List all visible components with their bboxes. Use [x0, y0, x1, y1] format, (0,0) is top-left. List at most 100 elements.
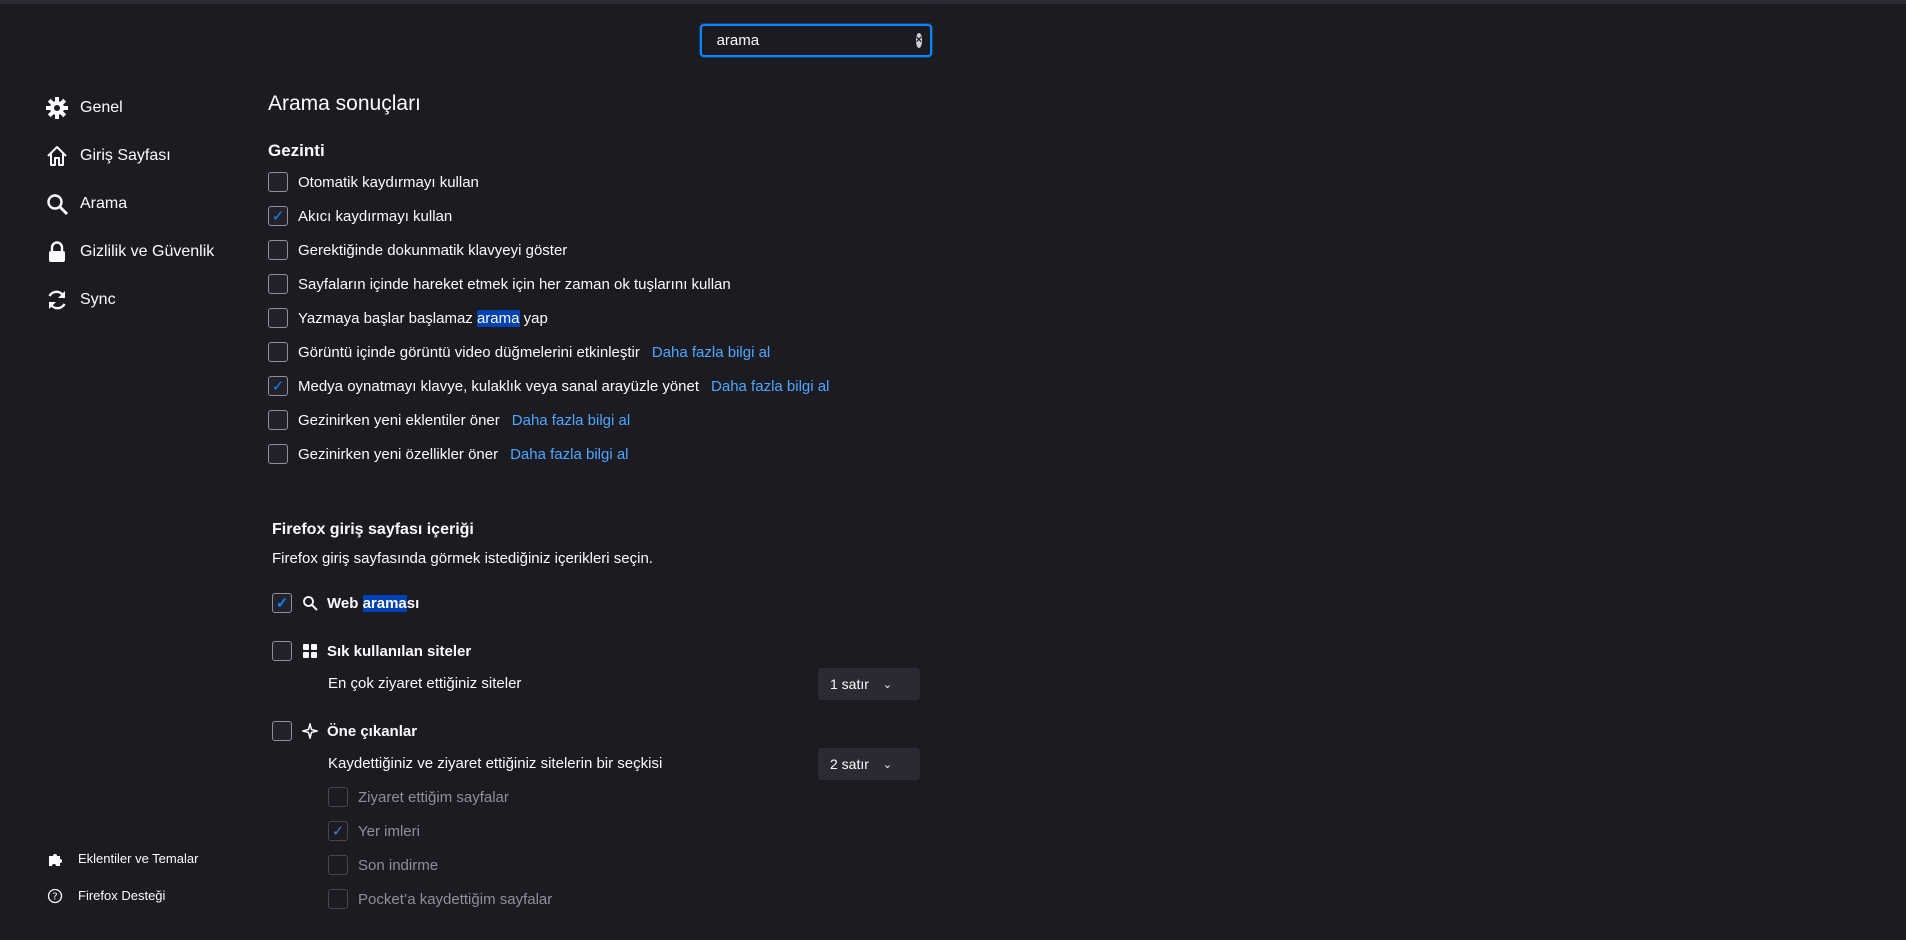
search-input[interactable] [716, 32, 916, 49]
option-caret-browsing[interactable]: Sayfaların içinde hareket etmek için her… [268, 273, 731, 295]
pocket-pages-checkbox[interactable] [328, 889, 348, 909]
option-label: Gerektiğinde dokunmatik klavyeyi göster [298, 241, 568, 259]
option-media-control[interactable]: Medya oynatmayı klavye, kulaklık veya sa… [268, 375, 829, 397]
puzzle-icon [46, 850, 64, 868]
addons-themes-link[interactable]: Eklentiler ve Temalar [46, 840, 198, 877]
option-label: Sık kullanılan siteler [327, 642, 472, 660]
option-label: Medya oynatmayı klavye, kulaklık veya sa… [298, 377, 700, 395]
option-recommend-extensions[interactable]: Gezinirken yeni eklentiler öner Daha faz… [268, 409, 630, 431]
option-label-before: Yazmaya başlar başlamaz [298, 309, 477, 327]
top-sites-rows-select[interactable]: 1 satır ⌄ [818, 668, 920, 700]
highlights-rows-select[interactable]: 2 satır ⌄ [818, 748, 920, 780]
option-label: Gezinirken yeni özellikler öner [298, 445, 499, 463]
option-label: Otomatik kaydırmayı kullan [298, 173, 479, 191]
option-label: Son indirme [358, 856, 439, 874]
sidebar-item-privacy[interactable]: Gizlilik ve Güvenlik [44, 228, 214, 276]
option-label-after: sı [406, 594, 420, 612]
browsing-section-title: Gezinti [268, 141, 325, 160]
search-icon [303, 596, 318, 611]
sidebar-item-general[interactable]: Genel [44, 84, 214, 132]
bookmarks-checkbox[interactable] [328, 821, 348, 841]
search-icon [44, 191, 70, 217]
web-search-checkbox[interactable] [272, 593, 292, 613]
option-pocket-pages[interactable]: Pocket’a kaydettiğim sayfalar [328, 888, 552, 910]
option-touch-keyboard[interactable]: Gerektiğinde dokunmatik klavyeyi göster [268, 239, 567, 261]
option-smooth-scroll[interactable]: Akıcı kaydırmayı kullan [268, 205, 452, 227]
option-label: Pocket’a kaydettiğim sayfalar [358, 890, 553, 908]
option-label-before: Web [327, 594, 363, 612]
learn-more-link[interactable]: Daha fazla bilgi al [652, 344, 770, 361]
option-label: Ziyaret ettiğim sayfalar [358, 788, 509, 806]
option-recommend-features[interactable]: Gezinirken yeni özellikler öner Daha faz… [268, 443, 629, 465]
sidebar-item-search[interactable]: Arama [44, 180, 214, 228]
sidebar-item-label: Gizlilik ve Güvenlik [80, 243, 215, 260]
chevron-down-icon: ⌄ [882, 678, 893, 691]
search-match-highlight: arama [362, 594, 407, 612]
touch-keyboard-checkbox[interactable] [268, 240, 288, 260]
option-search-on-type[interactable]: Yazmaya başlar başlamaz arama yap [268, 307, 548, 329]
chevron-down-icon: ⌄ [882, 758, 893, 771]
svg-text:?: ? [52, 891, 57, 902]
option-pip-controls[interactable]: Görüntü içinde görüntü video düğmelerini… [268, 341, 770, 363]
learn-more-link[interactable]: Daha fazla bilgi al [512, 412, 630, 429]
smooth-scroll-checkbox[interactable] [268, 206, 288, 226]
firefox-support-link[interactable]: ? Firefox Desteği [46, 877, 198, 914]
top-sites-description: En çok ziyaret ettiğiniz siteler [328, 675, 522, 692]
page-title: Arama sonuçları [268, 92, 421, 115]
option-label: Yer imleri [358, 822, 420, 840]
gear-icon [44, 95, 70, 121]
sync-icon [44, 287, 70, 313]
sidebar-item-label: Sync [80, 291, 116, 308]
lock-icon [44, 239, 70, 265]
window-top-strip [0, 0, 1906, 4]
option-bookmarks[interactable]: Yer imleri [328, 820, 420, 842]
search-field[interactable]: × [700, 24, 932, 57]
home-content-description: Firefox giriş sayfasında görmek istediği… [272, 550, 653, 567]
option-label: Öne çıkanlar [327, 722, 418, 740]
highlights-description: Kaydettiğiniz ve ziyaret ettiğiniz sitel… [328, 755, 663, 772]
sparkle-icon [302, 723, 318, 739]
search-on-type-checkbox[interactable] [268, 308, 288, 328]
sidebar-item-label: Genel [80, 99, 123, 116]
option-highlights[interactable]: Öne çıkanlar [272, 720, 417, 742]
media-control-checkbox[interactable] [268, 376, 288, 396]
search-icon [710, 40, 711, 41]
sidebar-nav: Genel Giriş Sayfası Arama Gizlilik ve Gü… [44, 84, 214, 324]
addons-themes-label: Eklentiler ve Temalar [78, 851, 199, 866]
home-icon [44, 143, 70, 169]
caret-browsing-checkbox[interactable] [268, 274, 288, 294]
help-icon: ? [46, 887, 64, 905]
recommend-extensions-checkbox[interactable] [268, 410, 288, 430]
highlights-checkbox[interactable] [272, 721, 292, 741]
autoscroll-checkbox[interactable] [268, 172, 288, 192]
option-web-search[interactable]: Web araması [272, 592, 419, 614]
firefox-support-label: Firefox Desteği [78, 888, 166, 903]
option-autoscroll[interactable]: Otomatik kaydırmayı kullan [268, 171, 479, 193]
option-label: Gezinirken yeni eklentiler öner [298, 411, 500, 429]
grid-icon [303, 644, 317, 658]
sidebar-item-label: Giriş Sayfası [80, 147, 171, 164]
option-label: Akıcı kaydırmayı kullan [298, 207, 453, 225]
sidebar-footer: Eklentiler ve Temalar ? Firefox Desteği [46, 840, 198, 914]
home-content-section-title: Firefox giriş sayfası içeriği [272, 521, 474, 538]
top-sites-checkbox[interactable] [272, 641, 292, 661]
clear-search-icon[interactable]: × [915, 33, 922, 48]
option-label: Sayfaların içinde hareket etmek için her… [298, 275, 731, 293]
option-recent-download[interactable]: Son indirme [328, 854, 438, 876]
learn-more-link[interactable]: Daha fazla bilgi al [711, 378, 829, 395]
option-visited-pages[interactable]: Ziyaret ettiğim sayfalar [328, 786, 509, 808]
select-value: 1 satır [830, 676, 869, 692]
select-value: 2 satır [830, 756, 869, 772]
recommend-features-checkbox[interactable] [268, 444, 288, 464]
search-match-highlight: arama [476, 309, 520, 327]
sidebar-item-label: Arama [80, 195, 128, 212]
pip-controls-checkbox[interactable] [268, 342, 288, 362]
learn-more-link[interactable]: Daha fazla bilgi al [510, 446, 628, 463]
sidebar-item-sync[interactable]: Sync [44, 276, 214, 324]
recent-download-checkbox[interactable] [328, 855, 348, 875]
option-label: Görüntü içinde görüntü video düğmelerini… [298, 343, 640, 361]
option-label-after: yap [519, 309, 548, 327]
visited-pages-checkbox[interactable] [328, 787, 348, 807]
sidebar-item-home[interactable]: Giriş Sayfası [44, 132, 214, 180]
option-top-sites[interactable]: Sık kullanılan siteler [272, 640, 471, 662]
